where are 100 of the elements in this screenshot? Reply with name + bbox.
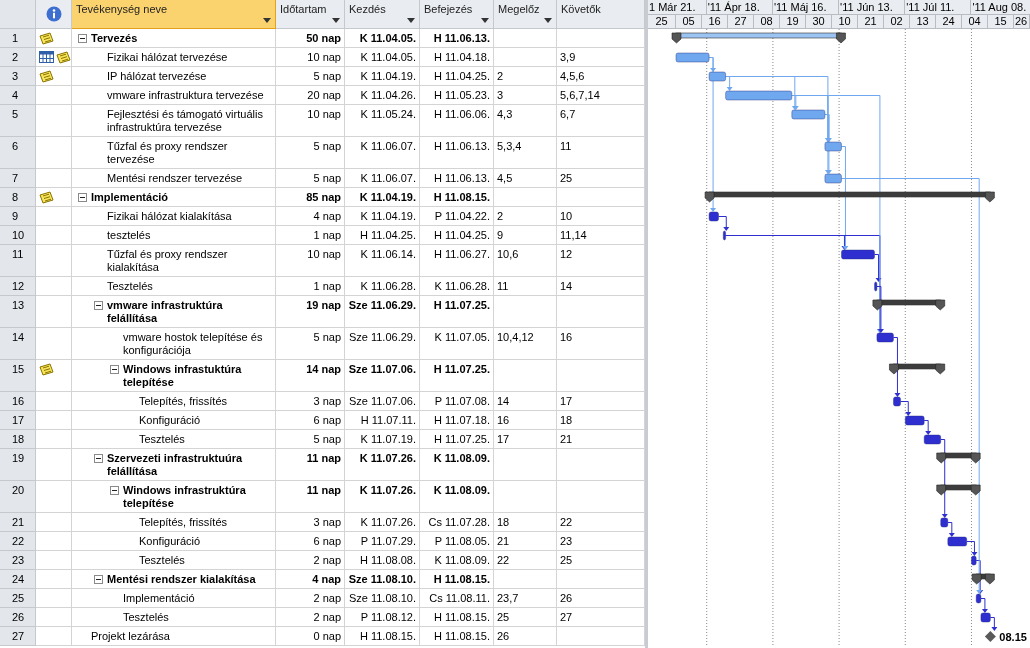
task-name: Szervezeti infrastruktuúra felállítása: [107, 452, 244, 478]
table-cell: 22: [494, 551, 557, 570]
task-bar[interactable]: [893, 396, 901, 407]
collapse-toggle[interactable]: [94, 301, 103, 310]
row-number[interactable]: 16: [0, 392, 36, 411]
table-cell: K 11.07.05.: [420, 328, 494, 360]
caret-icon[interactable]: [263, 18, 271, 23]
table-cell: K 11.04.05.: [345, 48, 420, 67]
column-header[interactable]: Kezdés: [345, 0, 420, 29]
task-name: vmware infrastruktura tervezése: [107, 89, 264, 102]
task-bar[interactable]: [980, 612, 991, 623]
column-header[interactable]: Időtartam: [276, 0, 345, 29]
task-bar[interactable]: [841, 249, 875, 260]
task-name: Konfiguráció: [139, 535, 201, 548]
row-number[interactable]: 13: [0, 296, 36, 328]
table-cell: H 11.06.13.: [420, 169, 494, 188]
row-number[interactable]: 3: [0, 67, 36, 86]
task-name: Projekt lezárása: [91, 630, 170, 643]
row-number[interactable]: 23: [0, 551, 36, 570]
note-icon[interactable]: [39, 32, 54, 45]
caret-icon[interactable]: [544, 18, 552, 23]
task-bar[interactable]: [904, 415, 925, 426]
table-cell: H 11.04.18.: [420, 48, 494, 67]
column-label: Kezdés: [349, 3, 387, 16]
task-bar[interactable]: [971, 555, 977, 566]
table-cell: 4 nap: [276, 570, 345, 589]
table-cell: Cs 11.08.11.: [420, 589, 494, 608]
task-bar[interactable]: [722, 230, 727, 241]
row-number[interactable]: 25: [0, 589, 36, 608]
row-number[interactable]: 8: [0, 188, 36, 207]
row-number[interactable]: 20: [0, 481, 36, 513]
task-bar[interactable]: [708, 211, 719, 222]
task-bar[interactable]: [975, 593, 982, 604]
row-number[interactable]: 1: [0, 29, 36, 48]
row-number[interactable]: 22: [0, 532, 36, 551]
row-number[interactable]: 4: [0, 86, 36, 105]
table-cell: K 11.06.14.: [345, 245, 420, 277]
table-cell: H 11.06.13.: [420, 137, 494, 169]
row-number[interactable]: 5: [0, 105, 36, 137]
table-cell: P 11.08.05.: [420, 532, 494, 551]
task-bar[interactable]: [874, 281, 878, 292]
table-cell: 2 nap: [276, 551, 345, 570]
table-cell: Sze 11.08.10.: [345, 589, 420, 608]
task-name: Implementáció: [91, 191, 169, 204]
collapse-toggle[interactable]: [78, 193, 87, 202]
note-icon[interactable]: [56, 51, 71, 64]
caret-icon[interactable]: [407, 18, 415, 23]
collapse-toggle[interactable]: [94, 575, 103, 584]
table-cell: 3: [494, 86, 557, 105]
collapse-toggle[interactable]: [110, 486, 119, 495]
table-cell: 11: [494, 277, 557, 296]
table-cell: 10 nap: [276, 48, 345, 67]
column-header[interactable]: Befejezés: [420, 0, 494, 29]
row-number[interactable]: 15: [0, 360, 36, 392]
table-cell: H 11.06.27.: [420, 245, 494, 277]
row-number[interactable]: 17: [0, 411, 36, 430]
collapse-toggle[interactable]: [78, 34, 87, 43]
collapse-toggle[interactable]: [94, 454, 103, 463]
task-bar[interactable]: [940, 517, 949, 528]
task-bar[interactable]: [876, 332, 894, 343]
caret-icon[interactable]: [481, 18, 489, 23]
row-number[interactable]: 2: [0, 48, 36, 67]
row-number[interactable]: 10: [0, 226, 36, 245]
task-name: IP hálózat tervezése: [107, 70, 207, 83]
task-name: tesztelés: [107, 229, 151, 242]
calendar-icon[interactable]: [39, 51, 54, 63]
note-icon[interactable]: [39, 363, 54, 376]
task-name: Windows infrastruktúra telepítése: [123, 484, 247, 510]
caret-icon[interactable]: [332, 18, 340, 23]
task-name: Tesztelés: [123, 611, 169, 624]
note-icon[interactable]: [39, 70, 54, 83]
collapse-toggle[interactable]: [110, 365, 119, 374]
column-header[interactable]: Követők: [557, 0, 645, 29]
row-number[interactable]: 26: [0, 608, 36, 627]
row-number[interactable]: 27: [0, 627, 36, 646]
table-cell: 26: [494, 627, 557, 646]
table-cell: 6 nap: [276, 532, 345, 551]
timescale-cell: '11 Ápr 18.: [706, 0, 773, 15]
table-cell: K 11.06.28.: [345, 277, 420, 296]
task-bar[interactable]: [923, 434, 942, 445]
dependency-arrow: [718, 216, 730, 231]
row-number[interactable]: 18: [0, 430, 36, 449]
table-cell: K 11.04.19.: [345, 188, 420, 207]
note-icon[interactable]: [39, 191, 54, 204]
column-header[interactable]: Tevékenység neve: [72, 0, 276, 29]
row-number[interactable]: 7: [0, 169, 36, 188]
row-number[interactable]: 6: [0, 137, 36, 169]
row-number[interactable]: 14: [0, 328, 36, 360]
row-number[interactable]: 24: [0, 570, 36, 589]
task-bar[interactable]: [947, 536, 968, 547]
column-header[interactable]: Megelőz: [494, 0, 557, 29]
row-number[interactable]: 9: [0, 207, 36, 226]
row-number[interactable]: 12: [0, 277, 36, 296]
milestone-icon[interactable]: [984, 631, 996, 642]
row-number[interactable]: 19: [0, 449, 36, 481]
row-number[interactable]: 21: [0, 513, 36, 532]
task-name: Fizikai hálózat kialakítása: [107, 210, 232, 223]
row-number[interactable]: 11: [0, 245, 36, 277]
task-name: Mentési rendszer kialakítása: [107, 573, 256, 586]
table-cell: K 11.04.19.: [345, 207, 420, 226]
